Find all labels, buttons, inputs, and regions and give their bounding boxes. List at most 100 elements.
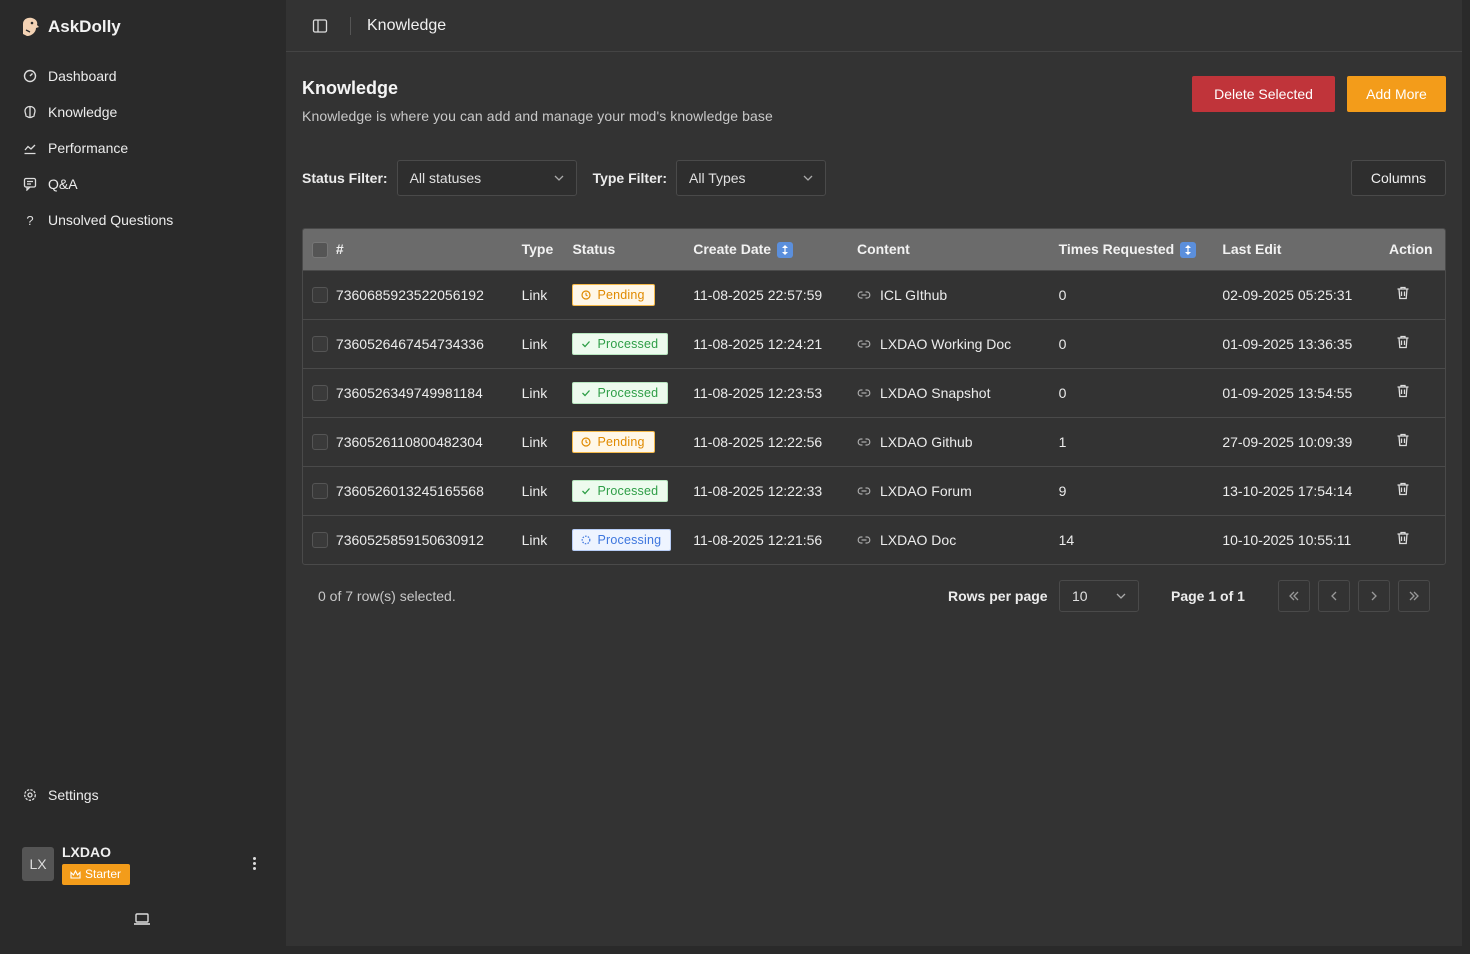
cell-last-edit: 27-09-2025 10:09:39 — [1222, 433, 1353, 450]
laptop-icon[interactable] — [132, 911, 152, 927]
trash-icon[interactable] — [1395, 383, 1411, 399]
trash-icon[interactable] — [1395, 481, 1411, 497]
content-link[interactable]: LXDAO Snapshot — [880, 385, 991, 401]
status-label: Processed — [597, 385, 659, 400]
check-icon — [582, 389, 591, 396]
delete-selected-button[interactable]: Delete Selected — [1192, 76, 1335, 112]
page-title: Knowledge — [302, 78, 399, 98]
status-label: Processing — [597, 532, 662, 547]
previous-page-button[interactable] — [1318, 580, 1350, 612]
column-header-content: Content — [856, 241, 910, 258]
chevron-left-icon — [1331, 591, 1337, 601]
check-icon — [582, 487, 591, 494]
sidebar-item-label: Unsolved Questions — [48, 212, 174, 228]
cell-type: Link — [521, 384, 548, 401]
user-name: LXDAO — [62, 843, 111, 860]
row-checkbox[interactable] — [312, 532, 328, 549]
cell-last-edit: 02-09-2025 05:25:31 — [1222, 286, 1353, 303]
sidebar-item-qa[interactable]: Q&A — [14, 166, 272, 202]
sidebar-item-performance[interactable]: Performance — [14, 130, 272, 166]
select-all-checkbox[interactable] — [312, 241, 328, 258]
cell-status: Pending — [572, 270, 693, 319]
cell-action — [1389, 270, 1445, 319]
cell-create-date: 11-08-2025 12:24:21 — [693, 335, 823, 352]
trash-icon[interactable] — [1395, 432, 1411, 448]
add-more-button[interactable]: Add More — [1347, 76, 1446, 112]
table-row: 7360526110800482304 Link Pending 11-08-2025… — [303, 417, 1445, 466]
row-checkbox[interactable] — [312, 385, 328, 402]
content-link[interactable]: ICL GIthub — [880, 287, 947, 303]
cell-create-date: 11-08-2025 12:22:56 — [693, 433, 823, 450]
status-badge: Processing — [572, 528, 672, 551]
sidebar-item-settings[interactable]: Settings — [14, 777, 272, 813]
status-badge: Processed — [572, 381, 669, 404]
check-icon — [582, 340, 591, 347]
page-indicator: Page 1 of 1 — [1171, 588, 1245, 604]
cell-action — [1389, 417, 1445, 466]
sidebar-item-knowledge[interactable]: Knowledge — [14, 94, 272, 130]
sidebar-item-label: Knowledge — [48, 104, 118, 120]
column-header-last-edit: Last Edit — [1222, 241, 1282, 258]
cell-type: Link — [521, 335, 548, 352]
sort-arrows-icon — [782, 244, 789, 255]
cell-action — [1389, 515, 1445, 564]
status-label: Processed — [597, 483, 659, 498]
crown-icon — [70, 869, 81, 879]
rows-per-page-label: Rows per page — [948, 588, 1048, 604]
trash-icon[interactable] — [1395, 530, 1411, 546]
status-filter-select[interactable]: All statuses — [396, 160, 577, 196]
cell-create-date: 11-08-2025 12:22:33 — [693, 482, 823, 499]
sidebar-item-label: Settings — [48, 787, 99, 803]
status-badge: Pending — [572, 430, 655, 453]
link-icon — [857, 290, 871, 299]
row-checkbox[interactable] — [312, 287, 328, 304]
chevron-down-icon — [803, 175, 813, 181]
sidebar-item-dashboard[interactable]: Dashboard — [14, 58, 272, 94]
avatar[interactable]: LX — [22, 847, 54, 881]
content-link[interactable]: LXDAO Forum — [880, 483, 972, 499]
next-page-button[interactable] — [1358, 580, 1390, 612]
cell-type: Link — [521, 482, 548, 499]
sidebar-toggle-icon[interactable] — [312, 18, 328, 34]
type-filter-label: Type Filter: — [592, 170, 667, 186]
row-checkbox[interactable] — [312, 434, 328, 451]
link-icon — [857, 339, 871, 348]
cell-type: Link — [521, 286, 548, 303]
cell-status: Pending — [572, 417, 693, 466]
columns-button[interactable]: Columns — [1351, 160, 1446, 196]
cell-times-requested: 14 — [1058, 531, 1075, 548]
table-row: 7360526349749981184 Link Processed 11-08-20… — [303, 368, 1445, 417]
content-link[interactable]: LXDAO Doc — [880, 532, 956, 548]
link-icon — [857, 388, 871, 397]
first-page-button[interactable] — [1278, 580, 1310, 612]
sort-arrows-icon — [1185, 244, 1192, 255]
brand[interactable]: AskDolly — [20, 16, 121, 38]
row-checkbox[interactable] — [312, 336, 328, 353]
trash-icon[interactable] — [1395, 285, 1411, 301]
sort-icon[interactable] — [1180, 241, 1197, 258]
app-name: AskDolly — [48, 17, 121, 36]
cell-content: LXDAO Github — [857, 417, 1059, 466]
kebab-dot-icon — [252, 861, 256, 865]
row-checkbox[interactable] — [312, 483, 328, 500]
filters-bar: Status Filter: All statuses Type Filter:… — [302, 160, 826, 196]
user-menu-button[interactable] — [250, 852, 258, 874]
cell-times-requested: 0 — [1058, 286, 1067, 303]
cell-last-edit: 13-10-2025 17:54:14 — [1222, 482, 1353, 499]
last-page-button[interactable] — [1398, 580, 1430, 612]
main-panel: Knowledge Knowledge Knowledge is where y… — [286, 0, 1462, 946]
sort-icon[interactable] — [777, 241, 794, 258]
trash-icon[interactable] — [1395, 334, 1411, 350]
table-row: 7360525859150630912 Link Processing 11-08-2… — [303, 515, 1445, 564]
cell-status: Processed — [572, 319, 693, 368]
cell-times-requested: 0 — [1058, 384, 1067, 401]
cell-times-requested: 9 — [1058, 482, 1067, 499]
content-link[interactable]: LXDAO Working Doc — [880, 336, 1011, 352]
content-link[interactable]: LXDAO Github — [880, 434, 973, 450]
sidebar-item-unsolved-questions[interactable]: ? Unsolved Questions — [14, 202, 272, 238]
status-badge: Processed — [572, 332, 669, 355]
column-header-status: Status — [572, 241, 616, 258]
rows-per-page-select[interactable]: 10 — [1059, 580, 1139, 612]
sidebar-settings: Settings — [14, 777, 272, 813]
type-filter-select[interactable]: All Types — [676, 160, 826, 196]
